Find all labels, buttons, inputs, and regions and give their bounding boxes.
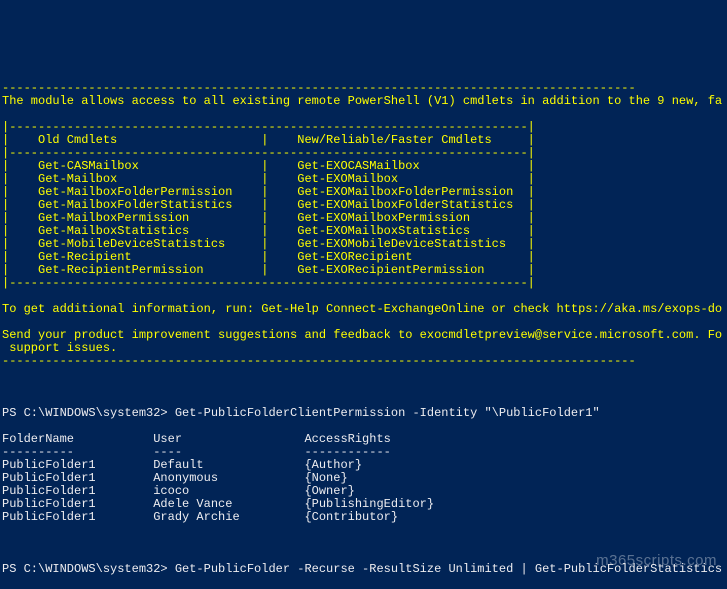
help-text: To get additional information, run: Get-… [2, 302, 722, 316]
prompt-prefix: PS C:\WINDOWS\system32> [2, 406, 175, 420]
table-header-row: | Old Cmdlets | New/Reliable/Faster Cmdl… [2, 133, 535, 147]
cmdlet-row: | Get-Recipient | Get-EXORecipient | [2, 250, 535, 264]
output-row: PublicFolder1 Anonymous {None} [2, 471, 348, 485]
separator-line: ----------------------------------------… [2, 81, 636, 95]
cmdlet-row: | Get-MailboxPermission | Get-EXOMailbox… [2, 211, 535, 225]
feedback-text-2: support issues. [2, 341, 117, 355]
output-row: PublicFolder1 Default {Author} [2, 458, 362, 472]
cmdlet-row: | Get-Mailbox | Get-EXOMailbox | [2, 172, 535, 186]
command-text: Get-PublicFolderClientPermission -Identi… [175, 406, 600, 420]
prompt-prefix: PS C:\WINDOWS\system32> [2, 562, 175, 576]
powershell-terminal[interactable]: ----------------------------------------… [0, 65, 727, 589]
separator-line: ----------------------------------------… [2, 354, 636, 368]
cmdlet-row: | Get-CASMailbox | Get-EXOCASMailbox | [2, 159, 535, 173]
feedback-text-1: Send your product improvement suggestion… [2, 328, 722, 342]
cmdlet-row: | Get-MobileDeviceStatistics | Get-EXOMo… [2, 237, 535, 251]
table-border-bottom: |---------------------------------------… [2, 276, 535, 290]
output-header: Name TotalItemSize LastModificationTime [2, 588, 376, 589]
prompt-line-1[interactable]: PS C:\WINDOWS\system32> Get-PublicFolder… [2, 406, 600, 420]
output-header: FolderName User AccessRights [2, 432, 391, 446]
watermark: m365scripts.com [596, 554, 717, 567]
output-separator: ---------- ---- ------------ [2, 445, 391, 459]
cmdlet-row: | Get-RecipientPermission | Get-EXORecip… [2, 263, 535, 277]
output-row: PublicFolder1 Adele Vance {PublishingEdi… [2, 497, 434, 511]
table-border-top: |---------------------------------------… [2, 120, 535, 134]
intro-text: The module allows access to all existing… [2, 94, 722, 108]
output-row: PublicFolder1 icoco {Owner} [2, 484, 355, 498]
cmdlet-row: | Get-MailboxFolderStatistics | Get-EXOM… [2, 198, 535, 212]
cmdlet-row: | Get-MailboxFolderPermission | Get-EXOM… [2, 185, 535, 199]
output-row: PublicFolder1 Grady Archie {Contributor} [2, 510, 398, 524]
table-separator: |---------------------------------------… [2, 146, 535, 160]
cmdlet-row: | Get-MailboxStatistics | Get-EXOMailbox… [2, 224, 535, 238]
